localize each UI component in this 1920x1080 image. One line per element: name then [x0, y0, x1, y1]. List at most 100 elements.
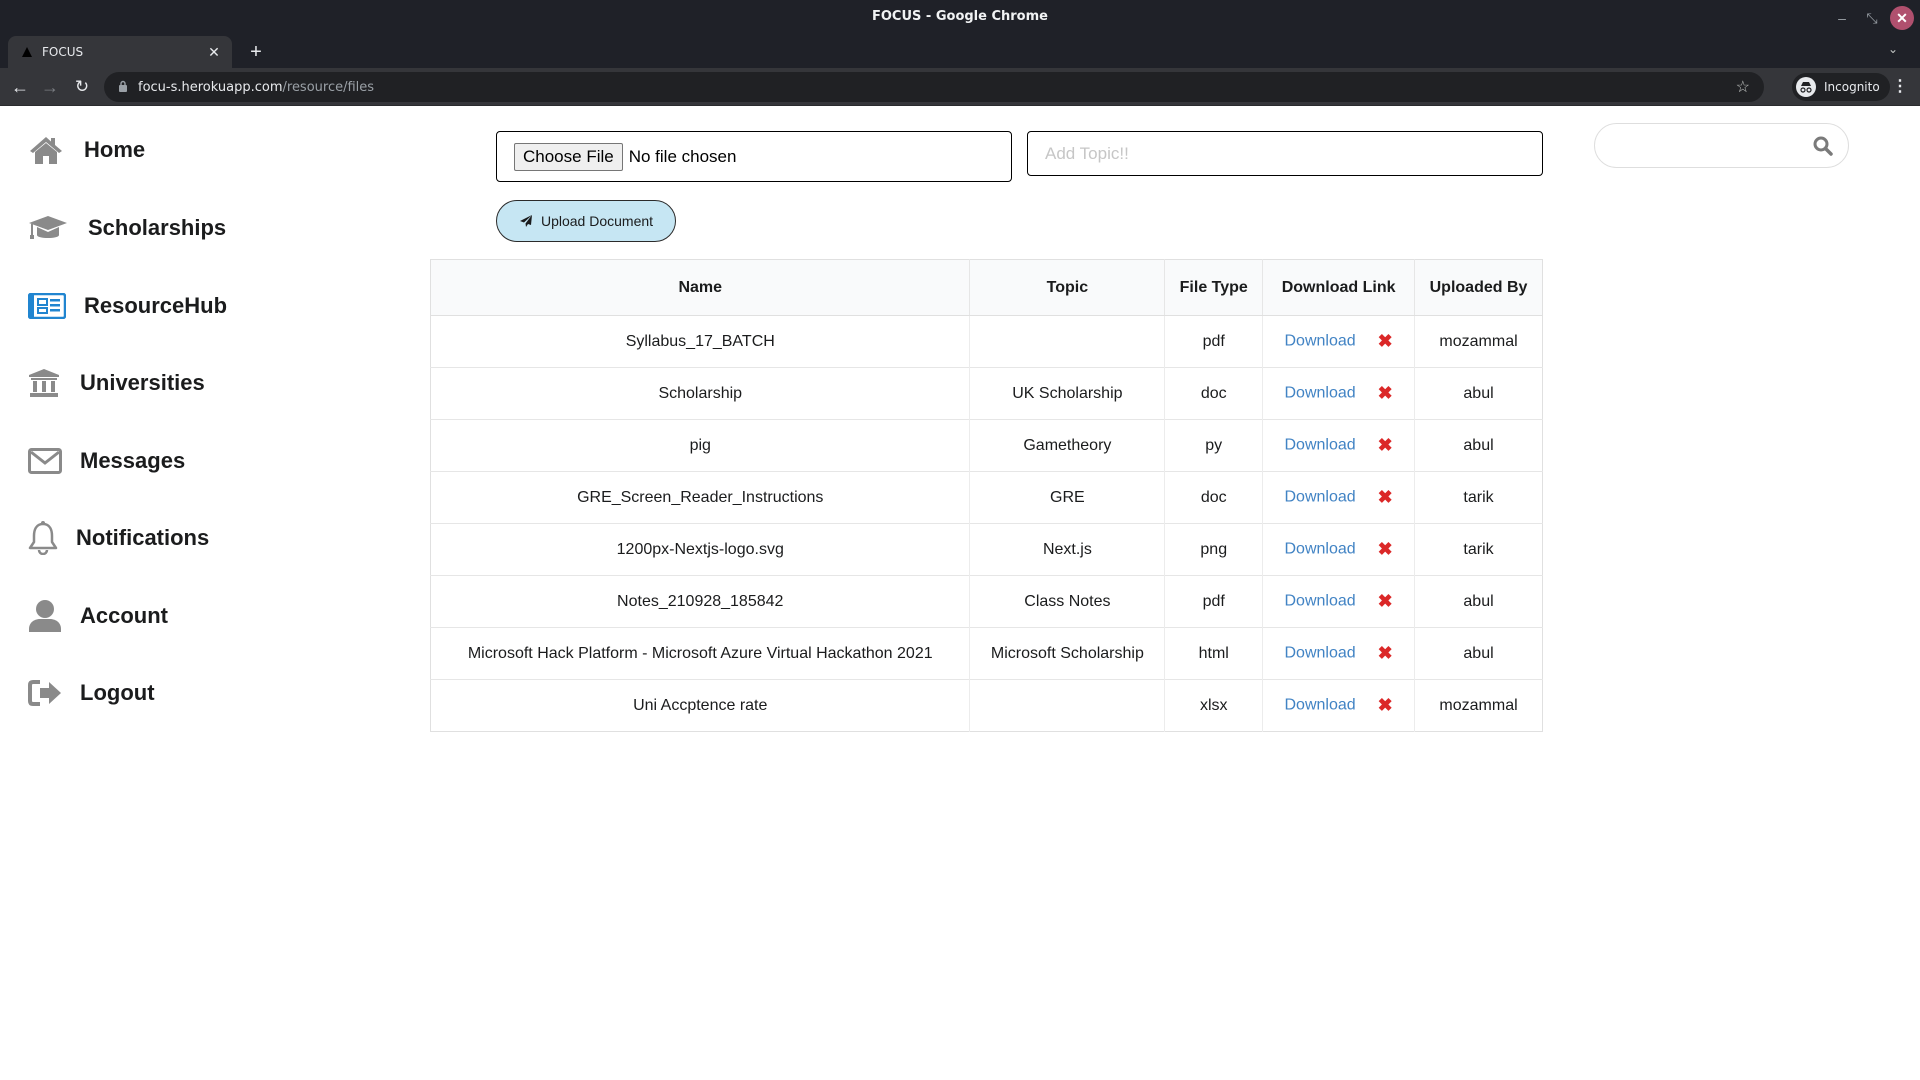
- uploaded-by: mozammal: [1414, 315, 1543, 368]
- delete-icon[interactable]: ✖: [1378, 331, 1393, 352]
- university-icon: [28, 366, 64, 400]
- file-topic: Class Notes: [969, 575, 1166, 628]
- file-status: No file chosen: [628, 146, 737, 166]
- close-window-button[interactable]: ✕: [1890, 6, 1914, 30]
- file-name: Microsoft Hack Platform - Microsoft Azur…: [430, 627, 971, 680]
- sidebar-item-label: Account: [80, 603, 168, 628]
- sidebar-item-home[interactable]: Home: [28, 128, 145, 172]
- file-topic: Gametheory: [969, 419, 1166, 472]
- minimize-button[interactable]: –: [1830, 6, 1854, 30]
- sidebar-item-resourcehub[interactable]: ResourceHub: [28, 284, 227, 328]
- delete-icon[interactable]: ✖: [1378, 487, 1393, 508]
- download-link[interactable]: Download: [1284, 333, 1355, 350]
- uploaded-by: abul: [1414, 367, 1543, 420]
- sidebar-item-notifications[interactable]: Notifications: [28, 516, 209, 560]
- file-type: pdf: [1164, 315, 1264, 368]
- browser-tab[interactable]: FOCUS ✕: [8, 36, 232, 68]
- file-topic: UK Scholarship: [969, 367, 1166, 420]
- file-topic: GRE: [969, 471, 1166, 524]
- download-cell: Download ✖: [1262, 367, 1416, 420]
- download-cell: Download ✖: [1262, 315, 1416, 368]
- address-bar[interactable]: focu-s.herokuapp.com/resource/files ☆: [104, 72, 1764, 102]
- paper-plane-icon: [519, 214, 533, 228]
- choose-file-button[interactable]: Choose File: [514, 142, 623, 171]
- table-row: Uni Accptence rate xlsx Download ✖ mozammal: [430, 679, 1543, 732]
- topic-input[interactable]: [1027, 131, 1543, 176]
- download-link[interactable]: Download: [1284, 697, 1355, 714]
- file-type: py: [1164, 419, 1264, 472]
- file-name: Scholarship: [430, 367, 971, 420]
- delete-icon[interactable]: ✖: [1378, 539, 1393, 560]
- sidebar-item-label: Scholarships: [88, 215, 227, 240]
- browser-toolbar: ← → ↻ focu-s.herokuapp.com/resource/file…: [0, 68, 1920, 106]
- download-link[interactable]: Download: [1284, 385, 1355, 402]
- page-content: Home Scholarships ResourceHub Universiti…: [0, 106, 1920, 1080]
- sidebar-item-label: Notifications: [76, 525, 210, 550]
- download-link[interactable]: Download: [1284, 645, 1355, 662]
- search-icon[interactable]: [1812, 135, 1834, 157]
- lock-icon: [118, 80, 128, 95]
- reload-button[interactable]: ↻: [70, 75, 94, 99]
- file-name: pig: [430, 419, 971, 472]
- minimize-icon: –: [1838, 10, 1846, 26]
- delete-icon[interactable]: ✖: [1378, 643, 1393, 664]
- upload-document-button[interactable]: Upload Document: [496, 200, 676, 242]
- sidebar-item-account[interactable]: Account: [28, 594, 168, 638]
- sidebar-item-messages[interactable]: Messages: [28, 439, 185, 483]
- file-input[interactable]: Choose File No file chosen: [496, 131, 1012, 182]
- file-type: html: [1164, 627, 1264, 680]
- sidebar-item-label: Messages: [80, 448, 186, 473]
- download-link[interactable]: Download: [1284, 541, 1355, 558]
- favicon-icon: [22, 47, 32, 57]
- table-row: pig Gametheory py Download ✖ abul: [430, 419, 1543, 472]
- file-topic: Microsoft Scholarship: [969, 627, 1166, 680]
- upload-label: Upload Document: [540, 213, 654, 229]
- sidebar-item-label: Logout: [80, 680, 155, 705]
- search-box[interactable]: [1594, 123, 1849, 168]
- file-type: xlsx: [1164, 679, 1264, 732]
- delete-icon[interactable]: ✖: [1378, 695, 1393, 716]
- header-file-type: File Type: [1164, 259, 1264, 316]
- file-topic: [969, 315, 1166, 368]
- sidebar-item-scholarships[interactable]: Scholarships: [28, 206, 226, 250]
- download-link[interactable]: Download: [1284, 437, 1355, 454]
- new-tab-button[interactable]: +: [244, 40, 268, 64]
- download-link[interactable]: Download: [1284, 489, 1355, 506]
- table-row: Notes_210928_185842 Class Notes pdf Downloa…: [430, 575, 1543, 628]
- chrome-menu-button[interactable]: ⋮: [1892, 76, 1908, 96]
- file-name: Notes_210928_185842: [430, 575, 971, 628]
- sidebar-item-universities[interactable]: Universities: [28, 361, 205, 405]
- file-type: png: [1164, 523, 1264, 576]
- search-input[interactable]: [1609, 132, 1799, 160]
- header-topic: Topic: [969, 259, 1166, 316]
- table-row: Scholarship UK Scholarship doc Download ✖ abu…: [430, 367, 1543, 420]
- download-cell: Download ✖: [1262, 419, 1416, 472]
- delete-icon[interactable]: ✖: [1378, 383, 1393, 404]
- file-name: Syllabus_17_BATCH: [430, 315, 971, 368]
- sidebar-item-label: Universities: [80, 370, 205, 395]
- sidebar-item-label: Home: [84, 137, 146, 162]
- url-path: /resource/files: [282, 79, 375, 95]
- delete-icon[interactable]: ✖: [1378, 591, 1393, 612]
- tab-close-icon[interactable]: ✕: [206, 44, 222, 61]
- incognito-profile-button[interactable]: Incognito: [1792, 73, 1890, 101]
- bookmark-star-icon[interactable]: ☆: [1736, 77, 1750, 97]
- uploaded-by: tarik: [1414, 523, 1543, 576]
- forward-button[interactable]: →: [38, 75, 62, 99]
- sign-out-icon: [28, 676, 64, 710]
- download-link[interactable]: Download: [1284, 593, 1355, 610]
- back-button[interactable]: ←: [8, 75, 32, 99]
- download-cell: Download ✖: [1262, 471, 1416, 524]
- uploaded-by: mozammal: [1414, 679, 1543, 732]
- table-row: GRE_Screen_Reader_Instructions GRE doc Down…: [430, 471, 1543, 524]
- newspaper-icon: [28, 289, 68, 323]
- window-titlebar: FOCUS - Google Chrome – ⤡ ✕: [0, 0, 1920, 36]
- tab-search-button[interactable]: ⌄: [1888, 42, 1898, 56]
- graduation-cap-icon: [28, 211, 72, 245]
- header-uploaded-by: Uploaded By: [1414, 259, 1543, 316]
- sidebar-item-logout[interactable]: Logout: [28, 671, 155, 715]
- restore-button[interactable]: ⤡: [1860, 6, 1884, 30]
- delete-icon[interactable]: ✖: [1378, 435, 1393, 456]
- table-row: Syllabus_17_BATCH pdf Download ✖ mozammal: [430, 315, 1543, 368]
- table-header-row: Name Topic File Type Download Link Uploa…: [430, 259, 1543, 316]
